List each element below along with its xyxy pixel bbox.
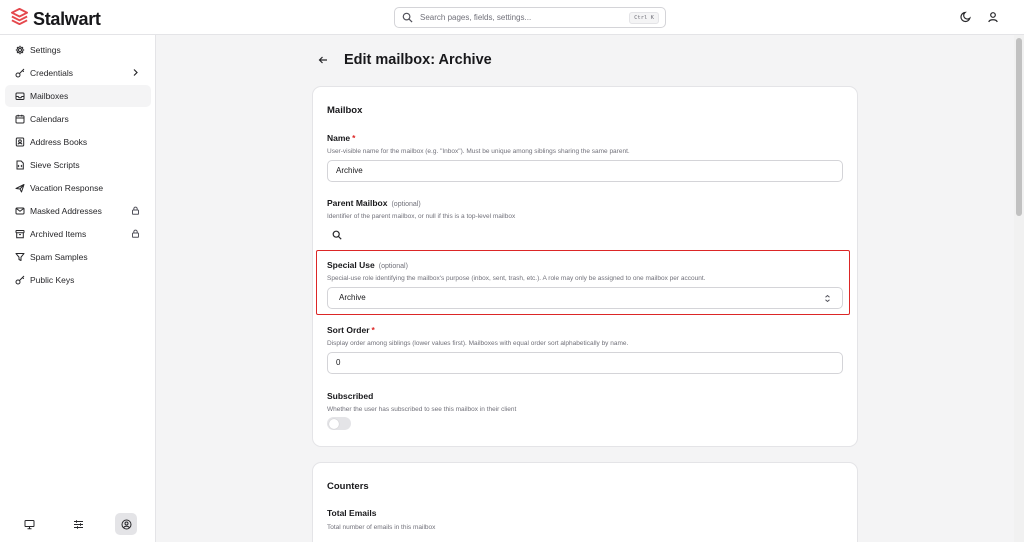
gear-icon (15, 45, 25, 55)
sidebar-item-calendars[interactable]: Calendars (5, 108, 151, 130)
mailbox-card: Mailbox Name * User-visible name for the … (312, 86, 858, 447)
sort-order-label: Sort Order * (327, 325, 375, 335)
sidebar-item-label: Vacation Response (30, 183, 104, 193)
card-title: Counters (327, 481, 369, 492)
sidebar-item-settings[interactable]: Settings (5, 39, 151, 61)
filter-icon (15, 252, 25, 262)
global-search[interactable]: Search pages, fields, settings... Ctrl K (394, 7, 666, 28)
sidebar-item-label: Spam Samples (30, 252, 88, 262)
search-icon (402, 12, 413, 23)
sort-order-description: Display order among siblings (lower valu… (327, 340, 629, 347)
sidebar-item-mailboxes[interactable]: Mailboxes (5, 85, 151, 107)
lock-icon (131, 206, 140, 215)
sidebar-item-address-books[interactable]: Address Books (5, 131, 151, 153)
chevron-right-icon[interactable] (131, 68, 140, 77)
app-logo[interactable]: Stalwart (10, 7, 101, 31)
sidebar-item-label: Mailboxes (30, 91, 69, 101)
sidebar-item-label: Credentials (30, 68, 73, 78)
required-mark: * (352, 133, 356, 143)
calendar-icon (15, 114, 25, 124)
mail-icon (15, 206, 25, 216)
sort-order-label-text: Sort Order (327, 325, 370, 335)
counters-card: Counters Total Emails Total number of em… (312, 462, 858, 542)
special-use-value: Archive (339, 293, 366, 302)
sliders-icon[interactable] (67, 513, 89, 535)
search-shortcut: Ctrl K (629, 12, 659, 24)
plane-icon (15, 183, 25, 193)
page-title: Edit mailbox: Archive (344, 52, 492, 68)
lock-icon (131, 229, 140, 238)
sidebar-item-vacation-response[interactable]: Vacation Response (5, 177, 151, 199)
sidebar-item-label: Masked Addresses (30, 206, 102, 216)
name-label-text: Name (327, 133, 351, 143)
stalwart-logo-icon (10, 7, 29, 31)
sidebar-item-label: Archived Items (30, 229, 87, 239)
sidebar-item-label: Calendars (30, 114, 69, 124)
moon-icon[interactable] (960, 11, 972, 23)
sidebar-item-label: Public Keys (30, 275, 75, 285)
parent-mailbox-label: Parent Mailbox (optional) (327, 198, 421, 208)
user-icon[interactable] (987, 11, 999, 23)
optional-tag: (optional) (378, 263, 408, 270)
sidebar-item-label: Settings (30, 45, 61, 55)
name-description: User-visible name for the mailbox (e.g. … (327, 148, 630, 155)
archive-icon (15, 229, 25, 239)
sidebar-item-archived-items[interactable]: Archived Items (5, 223, 151, 245)
sort-order-input[interactable]: 0 (327, 352, 843, 374)
total-emails-description: Total number of emails in this mailbox (327, 524, 436, 531)
sidebar-item-credentials[interactable]: Credentials (5, 62, 151, 84)
inbox-icon (15, 91, 25, 101)
chevron-up-down-icon (823, 294, 832, 303)
main-scrollbar[interactable] (1014, 35, 1024, 542)
subscribed-toggle[interactable] (327, 417, 351, 430)
sidebar: Settings Credentials Mailboxes Calendars… (0, 35, 156, 542)
search-icon[interactable] (332, 230, 342, 240)
sidebar-item-label: Sieve Scripts (30, 160, 80, 170)
sidebar-item-label: Address Books (30, 137, 88, 147)
page-header: Edit mailbox: Archive (318, 52, 492, 68)
total-emails-label: Total Emails (327, 508, 377, 518)
top-bar: Stalwart Search pages, fields, settings.… (0, 0, 1024, 35)
search-placeholder: Search pages, fields, settings... (420, 13, 532, 22)
sidebar-footer (0, 507, 156, 542)
sidebar-item-spam-samples[interactable]: Spam Samples (5, 246, 151, 268)
subscribed-label: Subscribed (327, 391, 374, 401)
user-circle-icon[interactable] (115, 513, 137, 535)
special-use-description: Special-use role identifying the mailbox… (327, 275, 706, 282)
required-mark: * (371, 325, 375, 335)
key-icon (15, 275, 25, 285)
contact-book-icon (15, 137, 25, 147)
subscribed-description: Whether the user has subscribed to see t… (327, 406, 517, 413)
sidebar-item-public-keys[interactable]: Public Keys (5, 269, 151, 291)
monitor-icon[interactable] (18, 513, 40, 535)
sidebar-item-masked-addresses[interactable]: Masked Addresses (5, 200, 151, 222)
back-arrow-icon[interactable] (318, 55, 328, 65)
name-label: Name * (327, 133, 355, 143)
special-use-label-text: Special Use (327, 260, 375, 270)
scrollbar-thumb[interactable] (1016, 38, 1022, 216)
special-use-label: Special Use (optional) (327, 260, 408, 270)
optional-tag: (optional) (391, 201, 421, 208)
key-icon (15, 68, 25, 78)
special-use-select[interactable]: Archive (327, 287, 843, 309)
toggle-knob (328, 418, 339, 429)
file-code-icon (15, 160, 25, 170)
name-input[interactable]: Archive (327, 160, 843, 182)
card-title: Mailbox (327, 105, 363, 116)
app-name: Stalwart (33, 8, 101, 29)
parent-mailbox-description: Identifier of the parent mailbox, or nul… (327, 213, 516, 220)
sidebar-item-sieve-scripts[interactable]: Sieve Scripts (5, 154, 151, 176)
parent-mailbox-label-text: Parent Mailbox (327, 198, 388, 208)
